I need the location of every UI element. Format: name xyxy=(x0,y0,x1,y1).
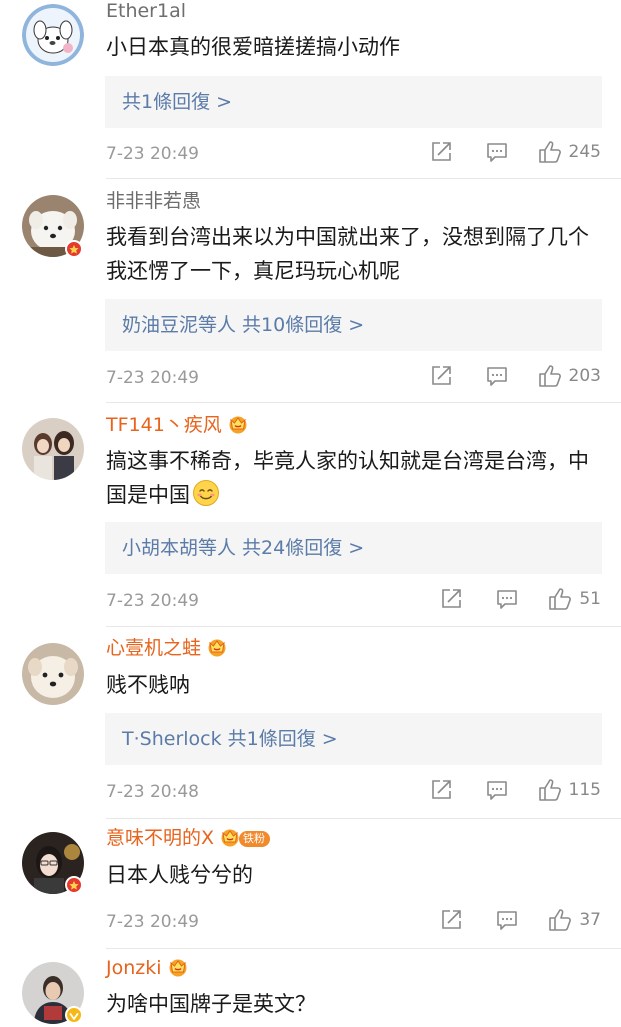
crown-badge-icon xyxy=(229,416,247,434)
comment-item: Ether1al 小日本真的很爱暗搓搓搞小动作 共1條回復 > 7-23 20:… xyxy=(0,0,621,180)
like-icon[interactable] xyxy=(538,141,562,163)
reply-summary-link[interactable]: 共1條回復 > xyxy=(122,76,232,128)
username[interactable]: 心壹机之蛙 xyxy=(106,637,228,659)
comment-icon[interactable] xyxy=(496,909,518,931)
reply-summary-link[interactable]: 小胡本胡等人 共24條回復 > xyxy=(122,522,364,574)
username[interactable]: 意味不明的X 铁粉 xyxy=(106,827,271,849)
crown-badge-icon xyxy=(208,639,226,657)
comment-text: 小日本真的很爱暗搓搓搞小动作 xyxy=(106,35,400,59)
timestamp: 7-23 20:49 xyxy=(106,144,199,164)
username-text[interactable]: 心壹机之蛙 xyxy=(106,637,201,659)
comment-item: Jonzki 为啥中国牌子是英文？ xyxy=(0,950,621,1024)
like-button[interactable]: 203 xyxy=(538,365,601,387)
username-text[interactable]: TF141丶疾风 xyxy=(106,414,222,436)
divider xyxy=(106,948,621,949)
like-button[interactable]: 115 xyxy=(538,779,601,801)
like-count: 115 xyxy=(568,780,601,800)
timestamp: 7-23 20:49 xyxy=(106,591,199,611)
timestamp: 7-23 20:48 xyxy=(106,782,199,802)
share-icon[interactable] xyxy=(440,909,462,931)
reply-summary-link[interactable]: T·Sherlock 共1條回復 > xyxy=(122,713,338,765)
comment-icon[interactable] xyxy=(486,365,508,387)
timestamp: 7-23 20:49 xyxy=(106,368,199,388)
red-star-badge-icon xyxy=(65,240,83,258)
username[interactable]: Ether1al xyxy=(106,0,186,22)
comment-text: 我看到台湾出来以为中国就出来了，没想到隔了几个我还愣了一下，真尼玛玩心机呢 xyxy=(106,225,589,283)
username-text[interactable]: Jonzki xyxy=(106,957,162,979)
divider xyxy=(106,626,621,627)
comment-text: 搞这事不稀奇，毕竟人家的认知就是台湾是台湾，中国是中国 xyxy=(106,444,606,512)
comment-icon[interactable] xyxy=(486,779,508,801)
reply-summary-box[interactable]: 共1條回復 > xyxy=(105,76,602,128)
action-bar: 115 xyxy=(396,779,601,801)
like-button[interactable]: 51 xyxy=(548,588,601,610)
username[interactable]: Jonzki xyxy=(106,957,189,979)
smile-emoji-icon xyxy=(193,480,219,506)
fan-badge: 铁粉 xyxy=(239,831,271,847)
username-text[interactable]: 意味不明的X xyxy=(106,827,214,849)
divider xyxy=(106,402,621,403)
action-bar: 245 xyxy=(396,141,601,163)
comment-text-content: 搞这事不稀奇，毕竟人家的认知就是台湾是台湾，中国是中国 xyxy=(106,449,589,507)
share-icon[interactable] xyxy=(430,779,452,801)
username[interactable]: 非非非若愚 xyxy=(106,190,201,212)
comment-icon[interactable] xyxy=(496,588,518,610)
share-icon[interactable] xyxy=(430,365,452,387)
action-bar: 51 xyxy=(406,588,601,610)
reply-summary-box[interactable]: T·Sherlock 共1條回復 > xyxy=(105,713,602,765)
like-icon[interactable] xyxy=(538,779,562,801)
like-count: 51 xyxy=(579,589,601,609)
red-star-badge-icon xyxy=(65,876,83,894)
comment-text: 为啥中国牌子是英文？ xyxy=(106,992,316,1016)
action-bar: 37 xyxy=(406,909,601,931)
comment-item: 非非非若愚 我看到台湾出来以为中国就出来了，没想到隔了几个我还愣了一下，真尼玛玩… xyxy=(0,180,621,404)
like-icon[interactable] xyxy=(548,588,572,610)
divider xyxy=(106,818,621,819)
like-icon[interactable] xyxy=(538,365,562,387)
like-icon[interactable] xyxy=(548,909,572,931)
crown-badge-icon xyxy=(221,829,239,847)
username[interactable]: TF141丶疾风 xyxy=(106,414,249,436)
like-count: 203 xyxy=(568,366,601,386)
like-count: 37 xyxy=(579,910,601,930)
avatar[interactable] xyxy=(22,418,84,480)
comment-icon[interactable] xyxy=(486,141,508,163)
action-bar: 203 xyxy=(396,365,601,387)
like-count: 245 xyxy=(568,142,601,162)
comment-text: 贱不贱呐 xyxy=(106,673,190,697)
avatar[interactable] xyxy=(22,4,84,66)
verified-badge-icon xyxy=(65,1006,83,1024)
timestamp: 7-23 20:49 xyxy=(106,912,199,932)
comment-text: 日本人贱兮兮的 xyxy=(106,863,253,887)
reply-summary-link[interactable]: 奶油豆泥等人 共10條回復 > xyxy=(122,299,364,351)
crown-badge-icon xyxy=(169,959,187,977)
avatar[interactable] xyxy=(22,643,84,705)
share-icon[interactable] xyxy=(440,588,462,610)
comment-item: 意味不明的X 铁粉 日本人贱兮兮的 7-23 20:49 37 xyxy=(0,820,621,950)
comment-item: 心壹机之蛙 贱不贱呐 T·Sherlock 共1條回復 > 7-23 20:48… xyxy=(0,628,621,820)
reply-summary-box[interactable]: 小胡本胡等人 共24條回復 > xyxy=(105,522,602,574)
like-button[interactable]: 245 xyxy=(538,141,601,163)
like-button[interactable]: 37 xyxy=(548,909,601,931)
reply-summary-box[interactable]: 奶油豆泥等人 共10條回復 > xyxy=(105,299,602,351)
comment-item: TF141丶疾风 搞这事不稀奇，毕竟人家的认知就是台湾是台湾，中国是中国 小胡本… xyxy=(0,404,621,628)
divider xyxy=(106,178,621,179)
share-icon[interactable] xyxy=(430,141,452,163)
